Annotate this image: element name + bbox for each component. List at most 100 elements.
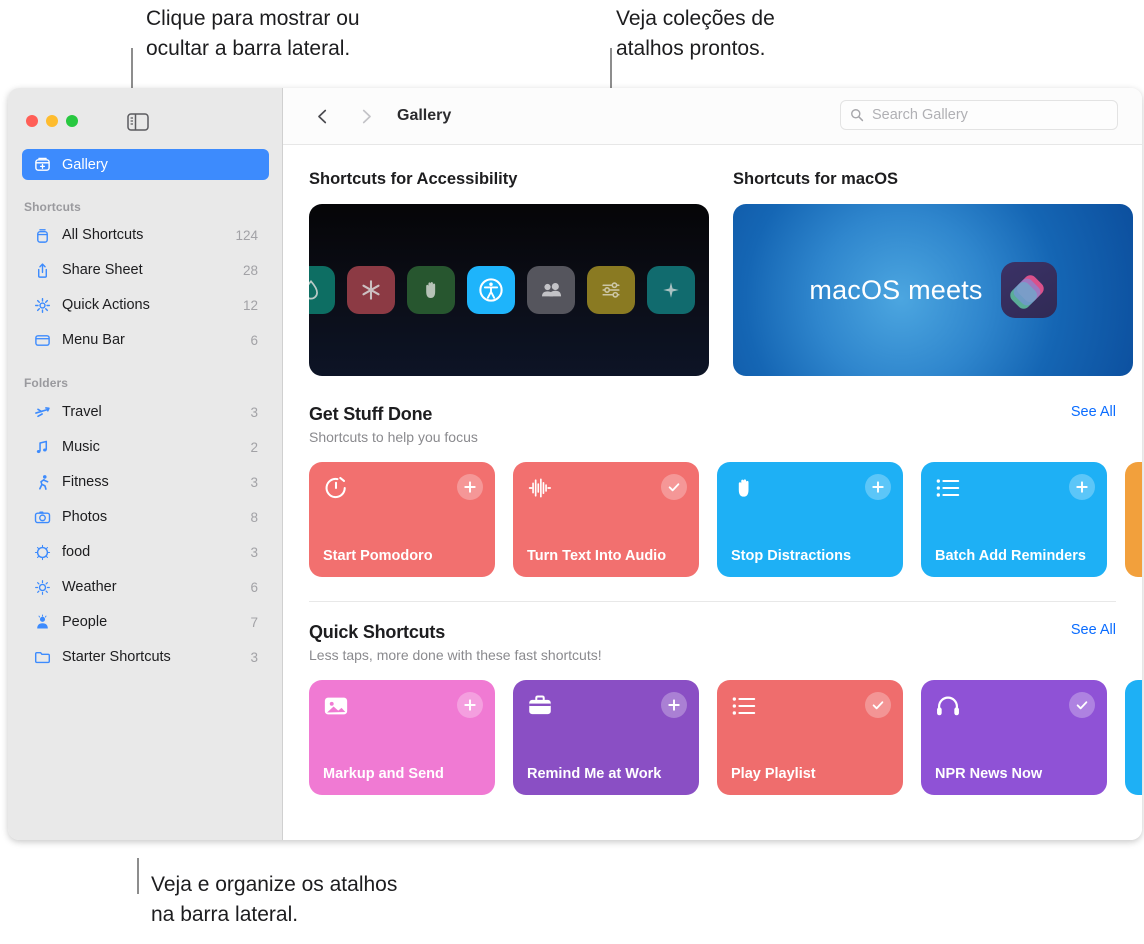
asterisk-icon	[362, 280, 380, 300]
sidebar-item-count: 12	[242, 297, 258, 313]
callout-line-bottom	[137, 858, 139, 894]
sidebar-icon	[127, 113, 149, 131]
running-person-icon	[39, 474, 49, 490]
shortcut-card[interactable]: Remind Me at Work	[513, 680, 699, 795]
see-all-link[interactable]: See All	[1071, 622, 1116, 638]
shortcut-card-name: Turn Text Into Audio	[527, 548, 667, 564]
add-badge[interactable]	[457, 692, 483, 718]
sidebar-item-count: 2	[250, 439, 258, 455]
sidebar-item-gallery[interactable]: Gallery	[22, 149, 269, 180]
search-field[interactable]: Search Gallery	[840, 100, 1118, 130]
toolbar: Gallery Search Gallery	[283, 88, 1142, 145]
plus-icon	[872, 481, 884, 493]
add-badge[interactable]	[865, 474, 891, 500]
banner-artwork-text: macOS meets	[809, 274, 983, 305]
shortcut-card[interactable]: Batch Add Reminders	[921, 462, 1107, 577]
share-icon	[38, 262, 47, 278]
list-icon	[732, 697, 756, 715]
close-button[interactable]	[26, 115, 38, 127]
section-title: Quick Shortcuts	[309, 622, 446, 642]
sidebar-item-share-sheet[interactable]: Share Sheet 28	[22, 256, 272, 284]
added-badge[interactable]	[1069, 692, 1095, 718]
page-title: Gallery	[397, 107, 452, 124]
list-icon	[936, 479, 960, 497]
forward-button[interactable]	[353, 103, 379, 129]
shortcut-card-name: Batch Add Reminders	[935, 548, 1086, 564]
sidebar-item-count: 3	[250, 404, 258, 420]
search-icon	[851, 109, 864, 122]
shortcut-card[interactable]: Turn Text Into Audio	[513, 462, 699, 577]
shortcut-card[interactable]: Stop Distractions	[717, 462, 903, 577]
add-badge[interactable]	[457, 474, 483, 500]
gear-icon	[34, 297, 51, 313]
section-title: Get Stuff Done	[309, 404, 433, 424]
shortcut-card-name: NPR News Now	[935, 766, 1043, 782]
added-badge[interactable]	[661, 474, 687, 500]
card-row: Start Pomodoro Turn Text Into Audio Stop…	[309, 462, 1142, 577]
sliders-icon	[602, 282, 620, 298]
shortcut-card-partial[interactable]	[1125, 462, 1142, 577]
waveform-icon	[528, 478, 552, 498]
shortcut-card-name: Remind Me at Work	[527, 766, 662, 782]
sidebar-item-food[interactable]: food 3	[22, 538, 272, 566]
see-all-link[interactable]: See All	[1071, 404, 1116, 420]
shortcut-card[interactable]: Start Pomodoro	[309, 462, 495, 577]
person-icon	[37, 613, 48, 629]
banner-artwork: macOS meets	[733, 204, 1133, 376]
shortcut-card-partial[interactable]	[1125, 680, 1142, 795]
callout-sidebar-organize: Veja e organize os atalhos na barra late…	[151, 873, 398, 926]
timer-icon	[325, 476, 346, 499]
sidebar-item-fitness[interactable]: Fitness 3	[22, 468, 272, 496]
content-area: Gallery Search Gallery Shortcuts for Acc…	[283, 88, 1142, 840]
shortcuts-app-icon	[1000, 262, 1057, 318]
banner-accessibility[interactable]: Shortcuts for Accessibility	[309, 170, 709, 376]
sidebar-item-people[interactable]: People 7	[22, 608, 272, 636]
back-button[interactable]	[309, 103, 335, 129]
section-subtitle: Shortcuts to help you focus	[309, 429, 478, 445]
sidebar-item-label: Starter Shortcuts	[62, 649, 171, 665]
section-get-stuff-done: Get Stuff Done Shortcuts to help you foc…	[283, 376, 1142, 577]
sidebar-item-travel[interactable]: Travel 3	[22, 398, 272, 426]
shortcuts-window: Gallery Shortcuts All Shortcuts 124 Shar…	[8, 88, 1142, 840]
sidebar-item-all-shortcuts[interactable]: All Shortcuts 124	[22, 221, 272, 249]
zoom-button[interactable]	[66, 115, 78, 127]
two-people-icon	[541, 282, 562, 297]
added-badge[interactable]	[865, 692, 891, 718]
asterisk-app-icon	[347, 266, 395, 314]
sidebar-item-label: Share Sheet	[62, 262, 143, 278]
people-app-icon	[527, 266, 575, 314]
shortcut-card[interactable]: NPR News Now	[921, 680, 1107, 795]
shortcut-card[interactable]: Play Playlist	[717, 680, 903, 795]
callout-line-left	[131, 48, 133, 90]
sidebar-item-count: 6	[250, 332, 258, 348]
sidebar-item-music[interactable]: Music 2	[22, 433, 272, 461]
shortcut-card-name: Stop Distractions	[731, 548, 852, 564]
gallery-scroll-area[interactable]: Shortcuts for Accessibility Shortcuts fo…	[283, 145, 1142, 840]
sidebar-item-photos[interactable]: Photos 8	[22, 503, 272, 531]
add-badge[interactable]	[661, 692, 687, 718]
minimize-button[interactable]	[46, 115, 58, 127]
sidebar-item-count: 3	[250, 649, 258, 665]
sidebar-item-count: 8	[250, 509, 258, 525]
add-badge[interactable]	[1069, 474, 1095, 500]
callout-sidebar-toggle: Clique para mostrar ou ocultar a barra l…	[146, 7, 360, 60]
sun-icon	[35, 579, 50, 595]
sidebar-item-label: food	[62, 544, 91, 560]
banner-macos[interactable]: Shortcuts for macOS macOS meets	[733, 170, 1133, 376]
hand-app-icon	[407, 266, 455, 314]
sparkle-app-icon	[647, 266, 695, 314]
sidebar-item-label: Weather	[62, 579, 117, 595]
sidebar-item-label: Music	[62, 439, 100, 455]
sidebar-item-weather[interactable]: Weather 6	[22, 573, 272, 601]
sidebar-item-starter-shortcuts[interactable]: Starter Shortcuts 3	[22, 643, 272, 671]
hand-raised-icon	[738, 479, 749, 497]
forward-arrow-icon	[362, 109, 371, 123]
sidebar-item-label: All Shortcuts	[62, 227, 144, 243]
sidebar-toggle-button[interactable]	[127, 113, 149, 131]
sidebar-item-label: Photos	[62, 509, 108, 525]
shortcut-card[interactable]: Markup and Send	[309, 680, 495, 795]
sidebar-item-menu-bar[interactable]: Menu Bar 6	[22, 326, 272, 354]
sparkle-icon	[663, 282, 679, 298]
sidebar-item-count: 124	[235, 227, 258, 243]
sidebar-item-quick-actions[interactable]: Quick Actions 12	[22, 291, 272, 319]
